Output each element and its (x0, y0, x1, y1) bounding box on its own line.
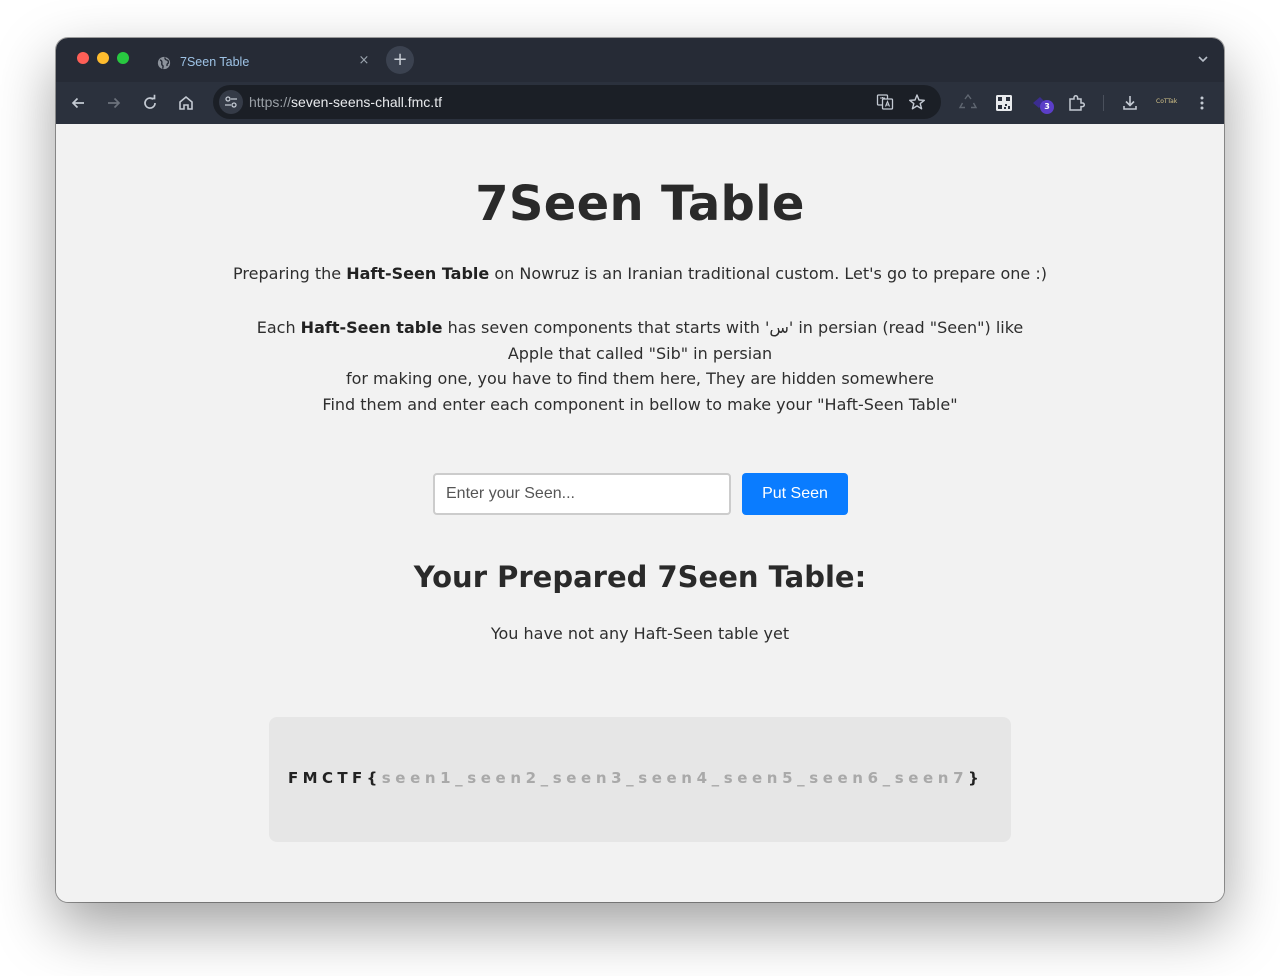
tab-close-icon[interactable]: × (356, 53, 372, 69)
flag-prefix: FMCTF (288, 769, 367, 787)
download-icon[interactable] (1120, 93, 1140, 113)
puzzle-extensions-icon[interactable] (1066, 93, 1086, 113)
intro-bold-term: Haft-Seen Table (346, 264, 490, 283)
minimize-window-button[interactable] (97, 52, 109, 64)
chevron-down-icon[interactable] (1196, 52, 1210, 66)
new-tab-button[interactable]: + (386, 46, 414, 74)
browser-window: 7Seen Table × + https://seven-seens-chal… (56, 38, 1224, 902)
back-arrow-icon[interactable] (68, 93, 88, 113)
kebab-menu-icon[interactable] (1192, 93, 1212, 113)
flag-display: FMCTF{seen1_seen2_seen3_seen4_seen5_seen… (288, 769, 983, 787)
reload-icon[interactable] (140, 93, 160, 113)
extension-count-badge: 3 (1040, 100, 1054, 114)
url-text[interactable]: https://seven-seens-chall.fmc.tf (249, 94, 442, 110)
tab-strip: 7Seen Table × + (56, 38, 1224, 82)
translate-icon[interactable] (876, 93, 894, 111)
empty-table-message: You have not any Haft-Seen table yet (490, 624, 790, 643)
close-window-button[interactable] (77, 52, 89, 64)
prepared-table-heading: Your Prepared 7Seen Table: (413, 560, 867, 594)
url-host: seven-seens-chall.fmc.tf (291, 94, 442, 110)
globe-icon (157, 56, 171, 70)
intro-text-part: Preparing the (233, 264, 347, 283)
toolbar-divider (1103, 95, 1104, 111)
flag-placeholder-body: seen1_seen2_seen3_seen4_seen5_seen6_seen… (381, 769, 969, 787)
intro-text: Preparing the Haft-Seen Table on Nowruz … (56, 264, 1224, 283)
profile-icon[interactable]: CoTTak (1156, 98, 1177, 105)
tab-title: 7Seen Table (180, 55, 250, 69)
flag-box: FMCTF{seen1_seen2_seen3_seen4_seen5_seen… (269, 717, 1011, 842)
site-settings-button[interactable] (219, 90, 243, 114)
recycle-icon[interactable] (958, 93, 978, 113)
description: Each Haft-Seen table has seven component… (240, 315, 1040, 417)
bookmark-star-icon[interactable] (908, 93, 926, 111)
browser-tab[interactable]: 7Seen Table × (146, 44, 378, 82)
flag-close-brace: } (968, 769, 984, 787)
site-settings-icon (225, 96, 237, 108)
put-seen-button[interactable]: Put Seen (742, 473, 848, 515)
home-icon[interactable] (176, 93, 196, 113)
description-text-part: has seven components that starts with 'س… (442, 318, 1024, 363)
maximize-window-button[interactable] (117, 52, 129, 64)
seen-input[interactable] (433, 473, 731, 515)
address-bar[interactable]: https://seven-seens-chall.fmc.tf (213, 85, 941, 119)
url-scheme: https:// (249, 94, 292, 110)
description-line: Each Haft-Seen table has seven component… (240, 315, 1040, 366)
forward-arrow-icon (108, 97, 121, 109)
page-content: 7Seen Table Preparing the Haft-Seen Tabl… (56, 124, 1224, 902)
browser-toolbar: https://seven-seens-chall.fmc.tf 3 CoTTa… (56, 82, 1224, 124)
intro-text-part: on Nowruz is an Iranian traditional cust… (489, 264, 1047, 283)
page-title: 7Seen Table (475, 176, 805, 232)
description-line: for making one, you have to find them he… (345, 369, 935, 389)
description-bold-term: Haft-Seen table (300, 318, 443, 337)
description-text-part: Each (256, 318, 301, 337)
qr-code-icon[interactable] (994, 93, 1014, 113)
description-line: Find them and enter each component in be… (322, 394, 958, 414)
flag-open-brace: { (366, 769, 382, 787)
